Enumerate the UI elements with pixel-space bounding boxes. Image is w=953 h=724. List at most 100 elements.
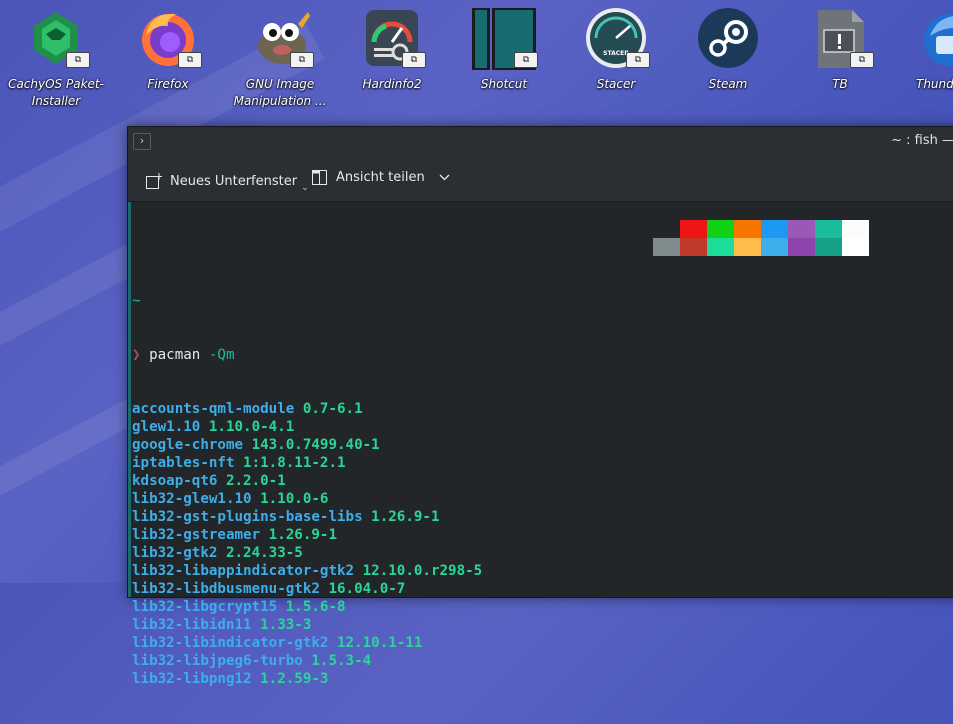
desktop-icon-label: Hardinfo2: [362, 77, 422, 91]
package-line: lib32-gstreamer 1.26.9-1: [132, 526, 482, 544]
command-option: -Qm: [208, 347, 235, 363]
shotcut-icon: ⧉: [472, 6, 538, 70]
command-text: pacman: [149, 347, 201, 363]
color-swatch-top-3: [734, 220, 761, 238]
new-tab-button[interactable]: Neues Unterfenster ⌄: [145, 169, 309, 193]
desktop-icon-cachyos[interactable]: ⧉ CachyOS Paket- Installer: [6, 6, 106, 110]
split-view-button[interactable]: Ansicht teilen: [311, 169, 450, 186]
package-version: 12.10.0.r298-5: [362, 563, 483, 579]
package-name: lib32-libindicator-gtk2: [132, 635, 329, 651]
package-version: 0.7-6.1: [302, 401, 363, 417]
package-line: lib32-gtk2 2.24.33-5: [132, 544, 482, 562]
color-swatch-bottom-7: [842, 238, 869, 256]
link-badge-icon: ⧉: [290, 52, 314, 68]
color-swatch-top-7: [842, 220, 869, 238]
package-name: lib32-libappindicator-gtk2: [132, 563, 355, 579]
color-swatch-bottom-6: [815, 238, 842, 256]
color-swatch-top-0: [653, 220, 680, 238]
package-line: accounts-qml-module 0.7-6.1: [132, 400, 482, 418]
prompt-line: ❯ pacman -Qm: [132, 346, 482, 364]
package-name: lib32-glew1.10: [132, 491, 252, 507]
package-name: google-chrome: [132, 437, 244, 453]
chevron-down-icon: ⌄: [301, 183, 309, 193]
package-name: lib32-libjpeg6-turbo: [132, 653, 303, 669]
package-version: 1:1.8.11-2.1: [243, 455, 346, 471]
package-name: lib32-gstreamer: [132, 527, 261, 543]
color-swatch-top-1: [680, 220, 707, 238]
color-swatch-bottom-4: [761, 238, 788, 256]
link-badge-icon: ⧉: [850, 52, 874, 68]
split-view-icon: [311, 169, 328, 186]
package-name: lib32-libpng12: [132, 671, 252, 687]
terminal-lines: ~ ❯ pacman -Qm accounts-qml-module 0.7-6…: [132, 256, 482, 724]
thunderbird-icon: [918, 6, 953, 70]
package-version: 1.33-3: [260, 617, 312, 633]
color-swatch-top-4: [761, 220, 788, 238]
package-version: 1.26.9-1: [268, 527, 338, 543]
package-line: lib32-libappindicator-gtk2 12.10.0.r298-…: [132, 562, 482, 580]
desktop-icon-tb[interactable]: ⧉ TB: [790, 6, 890, 93]
window-menu-button[interactable]: ›: [133, 133, 151, 150]
desktop-icon-shotcut[interactable]: ⧉ Shotcut: [454, 6, 554, 93]
package-name: accounts-qml-module: [132, 401, 295, 417]
package-version: 12.10.1-11: [337, 635, 423, 651]
steam-icon: [696, 6, 760, 70]
desktop-icon-label: GNU Image Manipulation ...: [233, 77, 327, 108]
desktop-icon-hardinfo2[interactable]: ⧉ Hardinfo2: [342, 6, 442, 93]
desktop-icon-gimp[interactable]: ⧉ GNU Image Manipulation ...: [230, 6, 330, 110]
package-version: 1.10.0-4.1: [208, 419, 295, 435]
window-titlebar[interactable]: › ~ : fish —: [128, 127, 953, 155]
package-line: lib32-gst-plugins-base-libs 1.26.9-1: [132, 508, 482, 526]
desktop-icon-label: Shotcut: [480, 77, 528, 91]
package-name: lib32-libidn11: [132, 617, 252, 633]
package-line: lib32-libjpeg6-turbo 1.5.3-4: [132, 652, 482, 670]
desktop-icon-firefox[interactable]: ⧉ Firefox: [118, 6, 218, 93]
desktop-icon-label: Firefox: [147, 77, 189, 91]
color-swatch-bottom-5: [788, 238, 815, 256]
package-name: lib32-libdbusmenu-gtk2: [132, 581, 320, 597]
firefox-icon: ⧉: [136, 6, 202, 70]
package-line: glew1.10 1.10.0-4.1: [132, 418, 482, 436]
package-line: lib32-libindicator-gtk2 12.10.1-11: [132, 634, 482, 652]
split-view-label: Ansicht teilen: [336, 170, 425, 185]
package-version: 1.10.0-6: [260, 491, 329, 507]
link-badge-icon: ⧉: [66, 52, 90, 68]
color-swatch-bottom-3: [734, 238, 761, 256]
terminal-output[interactable]: ~ ❯ pacman -Qm accounts-qml-module 0.7-6…: [128, 202, 953, 687]
terminal-window[interactable]: › ~ : fish — Neues Unterfenster ⌄ Ansich…: [127, 126, 953, 687]
prompt-arrow-icon: ❯: [132, 347, 141, 363]
package-version: 1.5.6-8: [285, 599, 346, 615]
terminal-toolbar: Neues Unterfenster ⌄ Ansicht teilen: [128, 155, 953, 202]
package-version: 1.26.9-1: [371, 509, 440, 525]
link-badge-icon: ⧉: [402, 52, 426, 68]
color-swatch-bottom-2: [707, 238, 734, 256]
package-line: lib32-libpng12 1.2.59-3: [132, 670, 482, 688]
chevron-down-icon[interactable]: [439, 174, 450, 181]
package-version: 1.2.59-3: [260, 671, 329, 687]
cwd-tilde: ~: [132, 293, 141, 309]
color-swatch-top-6: [815, 220, 842, 238]
desktop-icon-label: CachyOS Paket- Installer: [8, 77, 104, 108]
color-swatch-bottom-0: [653, 238, 680, 256]
tb-file-icon: ⧉: [808, 6, 874, 70]
desktop-icon-thunderbird[interactable]: Thund: [900, 6, 953, 93]
stacer-icon: STACER ⧉: [584, 6, 650, 70]
package-line: lib32-libgcrypt15 1.5.6-8: [132, 598, 482, 616]
package-line: lib32-glew1.10 1.10.0-6: [132, 490, 482, 508]
desktop-icon-label: TB: [832, 77, 848, 91]
desktop-icon-label: Stacer: [596, 77, 636, 91]
link-badge-icon: ⧉: [178, 52, 202, 68]
new-tab-label: Neues Unterfenster: [170, 173, 298, 189]
package-version: 1.5.3-4: [311, 653, 372, 669]
desktop-icon-stacer[interactable]: STACER ⧉ Stacer: [566, 6, 666, 93]
cachyos-package-installer-icon: ⧉: [24, 6, 90, 70]
color-swatch-top-2: [707, 220, 734, 238]
new-tab-icon: [145, 172, 162, 190]
color-swatch-bottom-1: [680, 238, 707, 256]
window-title: ~ : fish —: [891, 133, 953, 148]
package-line: iptables-nft 1:1.8.11-2.1: [132, 454, 482, 472]
color-swatch-top-5: [788, 220, 815, 238]
desktop-icon-steam[interactable]: Steam: [678, 6, 778, 93]
package-version: 2.24.33-5: [225, 545, 303, 561]
package-list: accounts-qml-module 0.7-6.1 glew1.10 1.10…: [132, 400, 482, 688]
